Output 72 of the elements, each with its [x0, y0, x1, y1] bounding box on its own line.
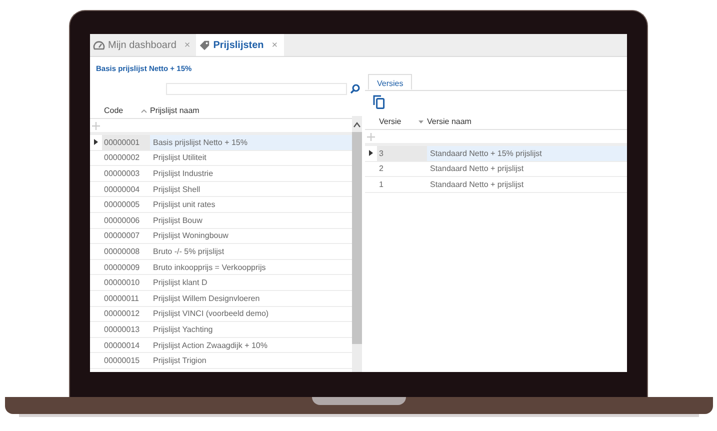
tab[interactable]: Prijslijsten — [196, 34, 267, 56]
table-cell-text: 00000003 — [103, 168, 141, 180]
table-cell-text: Prijslijst Utiliteit — [152, 152, 208, 164]
table-row[interactable]: 00000015 Prijslijst Trigion — [90, 353, 352, 369]
table-cell-text: 00000014 — [103, 340, 141, 352]
table-row[interactable]: 2 Standaard Netto + prijslijst — [365, 162, 627, 178]
table-cell-text: Prijslijst klant D — [152, 277, 208, 290]
table-cell-text: 00000012 — [103, 308, 141, 320]
scroll-up-icon[interactable] — [353, 122, 361, 128]
table-cell-text: 00000007 — [103, 230, 141, 242]
table-cell-text: 00000008 — [103, 246, 141, 258]
table-row[interactable]: 00000006 Prijslijst Bouw — [90, 212, 352, 229]
table-cell-text: Standaard Netto + prijslijst — [429, 178, 525, 191]
table-cell: Basis prijslijst Netto + 15% — [150, 135, 352, 150]
table-cell-text: 00000002 — [103, 152, 141, 164]
table-cell-text: Prijslijst unit rates — [152, 199, 216, 212]
table-cell-text: Standaard Netto + prijslijst — [429, 163, 525, 176]
table-row[interactable]: 00000013 Prijslijst Yachting — [90, 322, 352, 338]
table-cell-text: Prijslijst Willem Designvloeren — [152, 292, 261, 305]
table-cell-text: 00000005 — [103, 199, 141, 212]
table-cell-text: 2 — [378, 163, 384, 176]
table-row[interactable]: 00000004 Prijslijst Shell — [90, 182, 352, 198]
row-pointer-icon — [94, 139, 98, 146]
search-field[interactable] — [166, 83, 347, 95]
table-row[interactable]: 00000001 Basis prijslijst Netto + 15% — [90, 135, 352, 151]
table-cell-text: Prijslijst Action Zwaagdijk + 10% — [152, 340, 268, 352]
row-pointer-icon — [369, 150, 373, 156]
table-cell-text: 00000013 — [103, 324, 141, 336]
table-row[interactable]: 00000007 Prijslijst Woningbouw — [90, 228, 352, 244]
table-cell-text: 00000004 — [103, 184, 141, 196]
table-cell: 3 — [377, 146, 427, 161]
plus-icon — [367, 132, 375, 140]
table-row[interactable]: 1 Standaard Netto + prijslijst — [365, 177, 627, 193]
table-cell-text: Prijslijst Yachting — [152, 324, 214, 336]
table-cell-text: 00000015 — [103, 355, 141, 368]
table-cell-text: Bruto -/- 5% prijslijst — [152, 246, 226, 258]
table-cell: 00000001 — [102, 135, 150, 150]
table-cell-text: 00000006 — [103, 214, 141, 227]
table-row[interactable]: 3 Standaard Netto + 15% prijslijst — [365, 146, 627, 162]
scrollbar[interactable] — [352, 116, 362, 372]
table-row[interactable]: 00000010 Prijslijst klant D — [90, 275, 352, 291]
table-cell-text: 00000010 — [103, 277, 141, 290]
table-cell-text: Prijslijst Woningbouw — [152, 230, 230, 242]
tab[interactable]: Versies — [368, 74, 412, 90]
column-header[interactable]: Versie — [379, 116, 402, 126]
tab[interactable]: Mijn dashboard — [90, 34, 180, 56]
table-row[interactable]: 00000003 Prijslijst Industrie — [90, 166, 352, 182]
column-header[interactable]: Code — [104, 106, 124, 114]
table-cell-text: Prijslijst Bouw — [152, 214, 204, 227]
table-cell-text: 00000011 — [103, 292, 140, 305]
column-header[interactable]: Prijslijst naam — [150, 106, 200, 114]
table-row[interactable]: 00000009 Bruto inkoopprijs = Verkoopprijs — [90, 260, 352, 276]
table-row[interactable]: 00000011 Prijslijst Willem Designvloeren — [90, 290, 352, 307]
table-row[interactable]: 00000002 Prijslijst Utiliteit — [90, 150, 352, 166]
plus-icon — [92, 122, 100, 130]
table-row[interactable]: 00000012 Prijslijst VINCI (voorbeeld demo) — [90, 306, 352, 322]
tag-icon — [199, 40, 210, 50]
table-cell-text: Prijslijst Industrie — [152, 168, 214, 180]
column-header[interactable]: Versie naam — [427, 116, 472, 126]
table-row[interactable]: 00000008 Bruto -/- 5% prijslijst — [90, 244, 352, 260]
gauge-icon — [93, 40, 105, 50]
table-cell-text: Prijslijst VINCI (voorbeeld demo) — [152, 308, 270, 320]
table-cell-text: 00000009 — [103, 262, 141, 274]
table-cell-text: 1 — [378, 178, 384, 191]
table-cell: Standaard Netto + 15% prijslijst — [427, 146, 627, 161]
table-row[interactable]: 00000005 Prijslijst unit rates — [90, 197, 352, 213]
copy-icon[interactable] — [373, 95, 385, 109]
table-cell-text: Prijslijst Shell — [152, 184, 202, 196]
search-icon[interactable] — [350, 84, 360, 94]
table-cell-text: Prijslijst Trigion — [152, 355, 208, 368]
table-row[interactable]: 00000014 Prijslijst Action Zwaagdijk + 10% — [90, 338, 352, 354]
table-cell-text: Bruto inkoopprijs = Verkoopprijs — [152, 262, 267, 274]
